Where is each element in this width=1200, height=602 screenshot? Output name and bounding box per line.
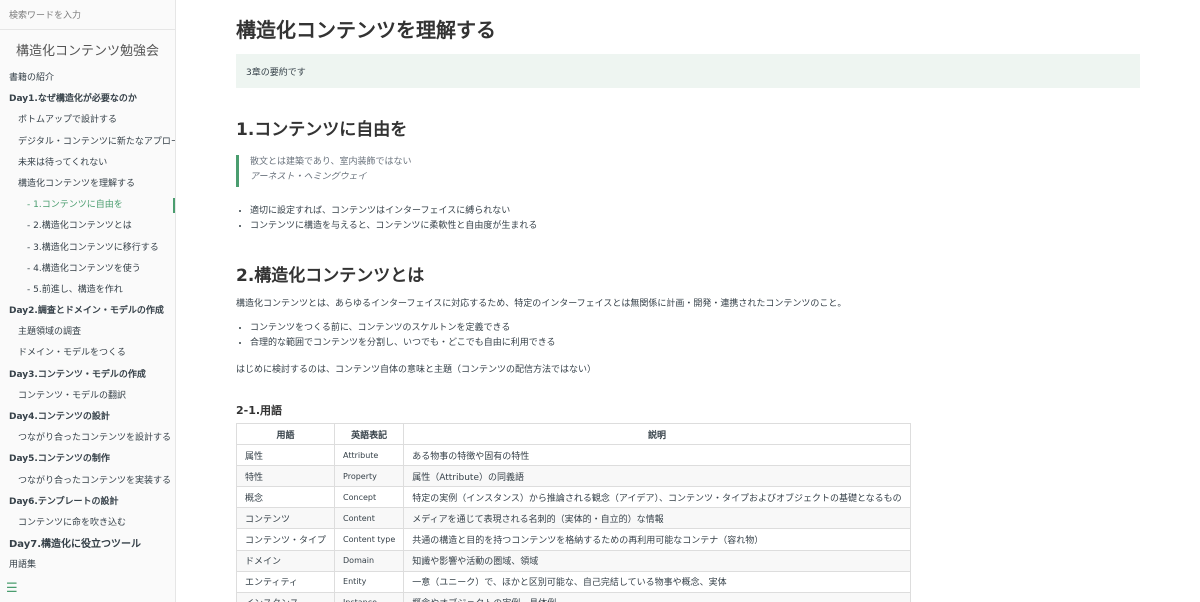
table-row: 概念 Concept 特定の実例（インスタンス）から推論される観念（アイデア）、…: [236, 486, 911, 509]
cell-description: ある物事の特徴や固有の特性: [403, 444, 911, 467]
terms-table: 用語 英語表記 説明 属性 Attribute ある物事の特徴や固有の特性 特性…: [236, 422, 911, 602]
cell-english: Concept: [334, 486, 405, 509]
section1-heading: 1.コンテンツに自由を: [236, 120, 408, 140]
sidebar-item-content-model-translate[interactable]: コンテンツ・モデルの翻訳: [0, 386, 175, 407]
list-item: 合理的な範囲でコンテンツを分割し、いつでも・どこでも自由に利用できる: [250, 336, 556, 351]
list-item: コンテンツをつくる前に、コンテンツのスケルトンを定義できる: [250, 321, 556, 336]
sidebar-item-glossary[interactable]: 用語集: [0, 555, 175, 576]
cell-term: 概念: [236, 486, 336, 509]
sidebar-item-day1[interactable]: Day1.なぜ構造化が必要なのか: [0, 89, 175, 110]
hamburger-icon[interactable]: ☰: [6, 582, 18, 596]
header-english: 英語表記: [334, 422, 405, 446]
sidebar-item-day2[interactable]: Day2.調査とドメイン・モデルの作成: [0, 301, 175, 322]
cell-english: Entity: [334, 570, 405, 593]
sidebar-item-use[interactable]: - 4.構造化コンテンツを使う: [0, 259, 175, 280]
table-row: コンテンツ Content メディアを通じて表現される名刺的（実体的・自立的）な…: [236, 507, 911, 530]
header-term: 用語: [236, 422, 336, 446]
section2-heading: 2.構造化コンテンツとは: [236, 266, 425, 286]
sidebar-item-implement-connected[interactable]: つながり合ったコンテンツを実装する: [0, 471, 175, 492]
active-indicator: [173, 198, 175, 214]
table-row: エンティティ Entity 一意（ユニーク）で、ほかと区別可能な、自己完結してい…: [236, 570, 911, 593]
cell-term: 属性: [236, 444, 336, 467]
list-item: 適切に設定すれば、コンテンツはインターフェイスに縛られない: [250, 204, 537, 219]
cell-english: Attribute: [334, 444, 405, 467]
cell-english: Content: [334, 507, 405, 530]
terms-heading: 2-1.用語: [236, 404, 283, 417]
sidebar-item-day5[interactable]: Day5.コンテンツの制作: [0, 449, 175, 470]
table-row: 属性 Attribute ある物事の特徴や固有の特性: [236, 444, 911, 467]
cell-term: コンテンツ: [236, 507, 336, 530]
cell-description: 属性（Attribute）の同義語: [403, 465, 911, 488]
sidebar-item-subject-research[interactable]: 主題領域の調査: [0, 322, 175, 343]
cell-description: 共通の構造と目的を持つコンテンツを格納するための再利用可能なコンテナ（容れ物）: [403, 528, 911, 551]
sidebar-item-move-forward[interactable]: - 5.前進し、構造を作れ: [0, 280, 175, 301]
cell-term: 特性: [236, 465, 336, 488]
section2-note: はじめに検討するのは、コンテンツ自体の意味と主題（コンテンツの配信方法ではない）: [236, 365, 597, 375]
table-row: 特性 Property 属性（Attribute）の同義語: [236, 465, 911, 488]
search-input[interactable]: 検索ワードを入力: [0, 0, 175, 30]
sidebar-item-label: - 1.コンテンツに自由を: [27, 200, 123, 211]
sidebar-item-migrate[interactable]: - 3.構造化コンテンツに移行する: [0, 238, 175, 259]
sidebar-item-book-intro[interactable]: 書籍の紹介: [0, 68, 175, 89]
sidebar-item-day4[interactable]: Day4.コンテンツの設計: [0, 407, 175, 428]
list-item: コンテンツに構造を与えると、コンテンツに柔軟性と自由度が生まれる: [250, 219, 537, 234]
blockquote: 散文とは建築であり、室内装飾ではない アーネスト・ヘミングウェイ: [236, 155, 412, 187]
site-title[interactable]: 構造化コンテンツ勉強会: [0, 42, 175, 62]
sidebar-item-day6[interactable]: Day6.テンプレートの設計: [0, 492, 175, 513]
cell-english: Property: [334, 465, 405, 488]
table-row: ドメイン Domain 知識や影響や活動の圏域、領域: [236, 549, 911, 572]
header-description: 説明: [403, 422, 911, 446]
sidebar-item-domain-model[interactable]: ドメイン・モデルをつくる: [0, 343, 175, 364]
cell-english: Domain: [334, 549, 405, 572]
table-header-row: 用語 英語表記 説明: [236, 422, 911, 446]
sidebar-item-digital-content[interactable]: デジタル・コンテンツに新たなアプロー...: [0, 132, 175, 153]
cell-description: 特定の実例（インスタンス）から推論される観念（アイデア）、コンテンツ・タイプおよ…: [403, 486, 911, 509]
cell-description: メディアを通じて表現される名刺的（実体的・自立的）な情報: [403, 507, 911, 530]
sidebar: 検索ワードを入力 構造化コンテンツ勉強会 書籍の紹介 Day1.なぜ構造化が必要…: [0, 0, 176, 602]
sidebar-item-bottom-up[interactable]: ボトムアップで設計する: [0, 110, 175, 131]
quote-author: アーネスト・ヘミングウェイ: [250, 172, 367, 182]
cell-english: Instance: [334, 591, 405, 602]
summary-box: 3章の要約です: [236, 54, 1140, 88]
cell-term: エンティティ: [236, 570, 336, 593]
sidebar-item-what-is-structured[interactable]: - 2.構造化コンテンツとは: [0, 216, 175, 237]
quote-text: 散文とは建築であり、室内装飾ではない: [250, 157, 412, 167]
section2-intro: 構造化コンテンツとは、あらゆるインターフェイスに対応するため、特定のインターフェ…: [236, 299, 847, 309]
cell-term: コンテンツ・タイプ: [236, 528, 336, 551]
main-content: 構造化コンテンツを理解する 3章の要約です 1.コンテンツに自由を 散文とは建築…: [236, 0, 1140, 602]
cell-english: Content type: [334, 528, 405, 551]
cell-description: 一意（ユニーク）で、ほかと区別可能な、自己完結している物事や概念、実体: [403, 570, 911, 593]
sidebar-item-design-connected[interactable]: つながり合ったコンテンツを設計する: [0, 428, 175, 449]
sidebar-item-understand-structured[interactable]: 構造化コンテンツを理解する: [0, 174, 175, 195]
sidebar-item-freedom-active[interactable]: - 1.コンテンツに自由を: [0, 195, 175, 216]
table-row: コンテンツ・タイプ Content type 共通の構造と目的を持つコンテンツを…: [236, 528, 911, 551]
section1-bullets: 適切に設定すれば、コンテンツはインターフェイスに縛られない コンテンツに構造を与…: [250, 204, 537, 234]
section2-bullets: コンテンツをつくる前に、コンテンツのスケルトンを定義できる 合理的な範囲でコンテ…: [250, 321, 556, 351]
sidebar-item-day7[interactable]: Day7.構造化に役立つツール: [0, 534, 175, 555]
sidebar-item-breathe-life[interactable]: コンテンツに命を吹き込む: [0, 513, 175, 534]
table-row: インスタンス Instance 概念やオブジェクトの実例、具体例: [236, 591, 911, 602]
sidebar-item-future[interactable]: 未来は待ってくれない: [0, 153, 175, 174]
cell-description: 知識や影響や活動の圏域、領域: [403, 549, 911, 572]
sidebar-item-day3[interactable]: Day3.コンテンツ・モデルの作成: [0, 365, 175, 386]
cell-term: ドメイン: [236, 549, 336, 572]
page-title: 構造化コンテンツを理解する: [236, 18, 496, 42]
cell-description: 概念やオブジェクトの実例、具体例: [403, 591, 911, 602]
cell-term: インスタンス: [236, 591, 336, 602]
